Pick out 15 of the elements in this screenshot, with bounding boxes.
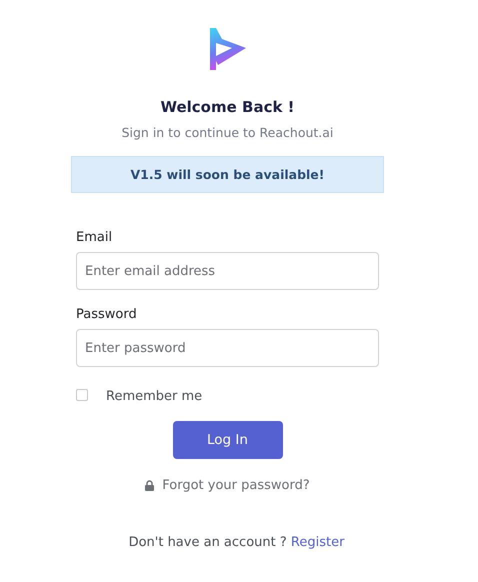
remember-label: Remember me xyxy=(106,389,202,404)
input-field[interactable]: Enter email address xyxy=(76,252,379,290)
register-link[interactable]: Register xyxy=(290,535,344,550)
notice-banner: V1.5 will soon be available! xyxy=(71,156,384,193)
logo-icon xyxy=(208,27,248,71)
welcome-title: Welcome Back ! xyxy=(160,98,295,116)
forgot-password-link[interactable]: Forgot your password? xyxy=(162,478,310,493)
signup-prompt: Don't have an account ? Register xyxy=(128,535,344,550)
lock-icon xyxy=(145,480,154,491)
login-button[interactable]: Log In xyxy=(172,421,282,459)
input-field[interactable]: Enter password xyxy=(76,329,379,367)
checkbox[interactable] xyxy=(76,388,88,400)
field-label: Email xyxy=(76,230,114,245)
subtitle: Sign in to continue to Reachout.ai xyxy=(122,125,334,140)
field-label: Password xyxy=(76,307,138,322)
